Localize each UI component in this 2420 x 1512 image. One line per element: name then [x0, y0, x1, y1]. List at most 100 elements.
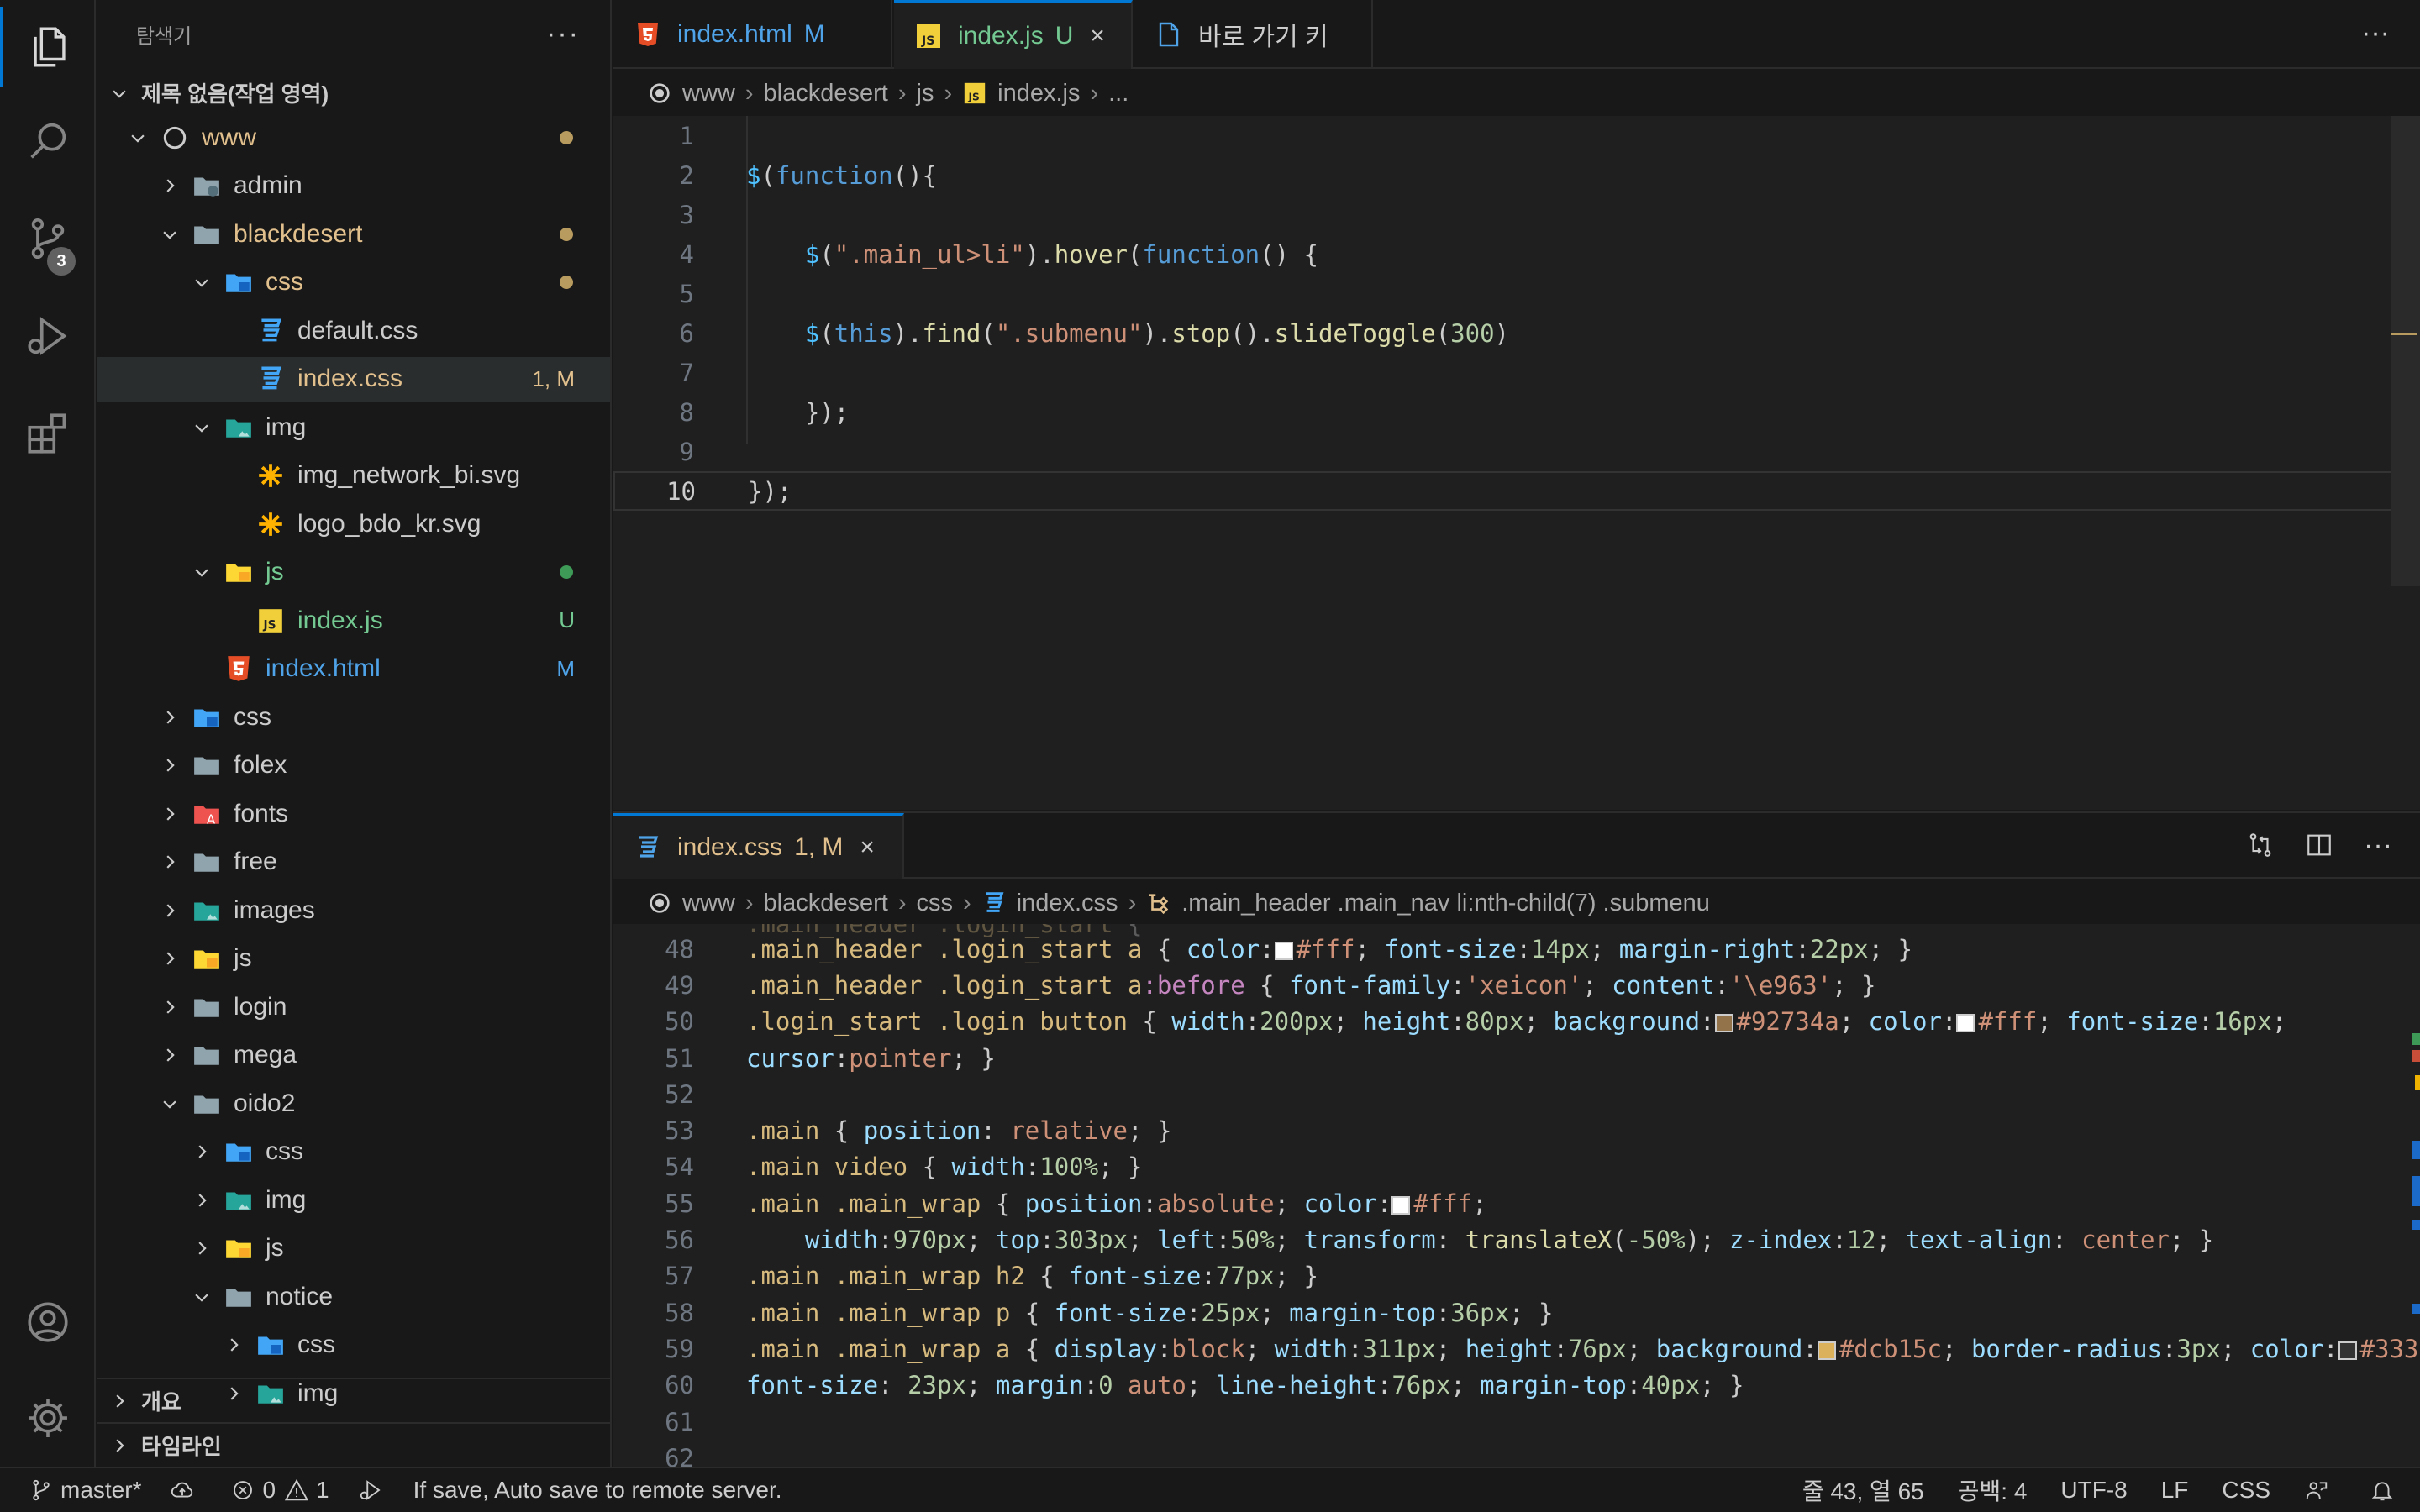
- tree-item[interactable]: js: [97, 937, 610, 981]
- code-line: 2 $(function(){: [613, 155, 2420, 195]
- breadcrumb-item[interactable]: index.css: [1017, 890, 1118, 917]
- tree-item[interactable]: Afonts: [97, 791, 610, 836]
- tree-item[interactable]: blackdesert: [97, 212, 610, 256]
- breadcrumb-item[interactable]: ...: [1108, 80, 1128, 108]
- remote-item[interactable]: [358, 1478, 390, 1503]
- tree-item[interactable]: folex: [97, 743, 610, 788]
- breadcrumb-item[interactable]: css: [917, 890, 954, 917]
- code-text: .main video { width:100%; }: [746, 1152, 1143, 1182]
- tab-keyboard-shortcuts[interactable]: 바로 가기 키: [1134, 0, 1373, 69]
- indentation[interactable]: 공백: 4: [1958, 1473, 2028, 1507]
- tree-item[interactable]: index.html M: [97, 647, 610, 691]
- tab-index-css[interactable]: index.css 1, M ×: [613, 813, 904, 879]
- activity-bar: 3: [0, 0, 96, 1467]
- tree-item[interactable]: notice: [97, 1274, 610, 1319]
- sync-item[interactable]: [170, 1478, 202, 1503]
- line-number: 56: [665, 1226, 694, 1255]
- tree-item[interactable]: index.css 1, M: [97, 356, 610, 402]
- encoding[interactable]: UTF-8: [2060, 1477, 2127, 1504]
- notifications-bell-icon[interactable]: [2370, 1478, 2402, 1503]
- code-editor-css[interactable]: .main_header .login_start { 48.main_head…: [613, 924, 2420, 1467]
- language-mode[interactable]: CSS: [2222, 1477, 2270, 1504]
- tree-item[interactable]: admin: [97, 164, 610, 208]
- breadcrumb-item[interactable]: www: [682, 80, 735, 108]
- tree-item[interactable]: css: [97, 260, 610, 305]
- tree-item-label: index.js: [297, 606, 383, 634]
- close-icon[interactable]: ×: [1090, 22, 1105, 50]
- tab-index-js[interactable]: JS index.js U ×: [894, 0, 1133, 69]
- folder-icon: [192, 1040, 222, 1070]
- tree-item[interactable]: free: [97, 840, 610, 885]
- tree-item[interactable]: img_network_bi.svg: [97, 454, 610, 498]
- file-js-icon: JS: [255, 606, 286, 636]
- breadcrumb-item[interactable]: .main_header .main_nav li:nth-child(7) .…: [1181, 890, 1710, 917]
- scrollbar[interactable]: [2391, 116, 2420, 586]
- split-editor-icon[interactable]: [2302, 828, 2336, 862]
- close-icon[interactable]: ×: [860, 833, 875, 862]
- tree-item[interactable]: www: [97, 115, 610, 160]
- breadcrumb-item[interactable]: blackdesert: [764, 80, 888, 108]
- git-decoration: 1, M: [532, 365, 575, 391]
- more-actions-icon[interactable]: ···: [546, 18, 580, 50]
- tree-item[interactable]: default.css: [97, 308, 610, 353]
- tree-item[interactable]: img: [97, 1178, 610, 1222]
- tab-git-flag: M: [803, 20, 825, 48]
- tree-item[interactable]: login: [97, 984, 610, 1029]
- tree-item[interactable]: images: [97, 888, 610, 932]
- tree-item[interactable]: logo_bdo_kr.svg: [97, 501, 610, 546]
- chevron-right-icon: [160, 707, 180, 727]
- tree-item[interactable]: mega: [97, 1033, 610, 1078]
- extensions-icon[interactable]: [0, 393, 96, 474]
- section-timeline[interactable]: 타임라인: [97, 1422, 610, 1467]
- breadcrumb-item[interactable]: blackdesert: [764, 890, 888, 917]
- chevron-right-icon: [160, 852, 180, 872]
- document-icon: [1155, 20, 1183, 49]
- more-actions-icon[interactable]: ···: [2361, 17, 2390, 50]
- branch-item[interactable]: master*: [29, 1477, 141, 1504]
- problems-item[interactable]: 0 1: [230, 1477, 329, 1504]
- more-actions-icon[interactable]: ···: [2361, 828, 2395, 862]
- line-number: 62: [665, 1443, 694, 1467]
- breadcrumb-item[interactable]: js: [917, 80, 934, 108]
- lower-editor-tabs: index.css 1, M × ···: [613, 811, 2420, 879]
- tree-item[interactable]: img: [97, 405, 610, 449]
- code-line: 56 width:970px; top:303px; left:50%; tra…: [613, 1221, 2420, 1257]
- modified-dot: [560, 227, 573, 241]
- tab-index-html[interactable]: index.html M: [613, 0, 892, 69]
- tree-item[interactable]: css: [97, 695, 610, 739]
- branch-icon: [33, 1479, 50, 1501]
- settings-gear-icon[interactable]: [0, 1378, 96, 1458]
- workspace-header[interactable]: 제목 없음(작업 영역): [97, 71, 610, 115]
- breadcrumb-item[interactable]: index.js: [997, 80, 1080, 108]
- tree-item[interactable]: JS index.js U: [97, 598, 610, 643]
- breadcrumb-item[interactable]: www: [682, 890, 735, 917]
- source-control-icon[interactable]: 3: [0, 198, 96, 279]
- section-outline[interactable]: 개요: [97, 1378, 610, 1422]
- line-number: 48: [665, 934, 694, 963]
- line-ending[interactable]: LF: [2161, 1477, 2189, 1504]
- folder-img-icon: [224, 1185, 254, 1215]
- breadcrumb: www › blackdesert › js › JS index.js ›...: [647, 71, 1128, 116]
- code-line: 60 font-size: 23px; margin:0 auto; line-h…: [613, 1368, 2420, 1404]
- tree-item-label: admin: [234, 171, 302, 199]
- indent-guide: [746, 116, 748, 444]
- code-line: 55 .main .main_wrap { position:absolute; …: [613, 1185, 2420, 1221]
- breadcrumb-separator: ›: [1128, 889, 1137, 916]
- account-icon[interactable]: [0, 1282, 96, 1362]
- css-file-icon: [634, 833, 662, 862]
- tree-item[interactable]: css: [97, 1323, 610, 1368]
- code-line: 9: [613, 432, 2420, 471]
- sidebar-title: 탐색기: [136, 24, 192, 48]
- cursor-position[interactable]: 줄 43, 열 65: [1802, 1473, 1924, 1507]
- feedback-icon[interactable]: [2304, 1478, 2336, 1503]
- tab-label: index.css: [677, 832, 783, 861]
- run-debug-icon[interactable]: [0, 296, 96, 376]
- tree-item[interactable]: oido2: [97, 1081, 610, 1126]
- explorer-icon[interactable]: [0, 7, 96, 87]
- tree-item[interactable]: js: [97, 1226, 610, 1271]
- code-editor-js[interactable]: 1 2 $(function(){3 4 $(".main_ul>li").hover…: [613, 116, 2420, 810]
- tree-item[interactable]: css: [97, 1130, 610, 1174]
- tree-item[interactable]: js: [97, 550, 610, 595]
- search-icon[interactable]: [0, 101, 96, 181]
- compare-changes-icon[interactable]: [2244, 828, 2277, 862]
